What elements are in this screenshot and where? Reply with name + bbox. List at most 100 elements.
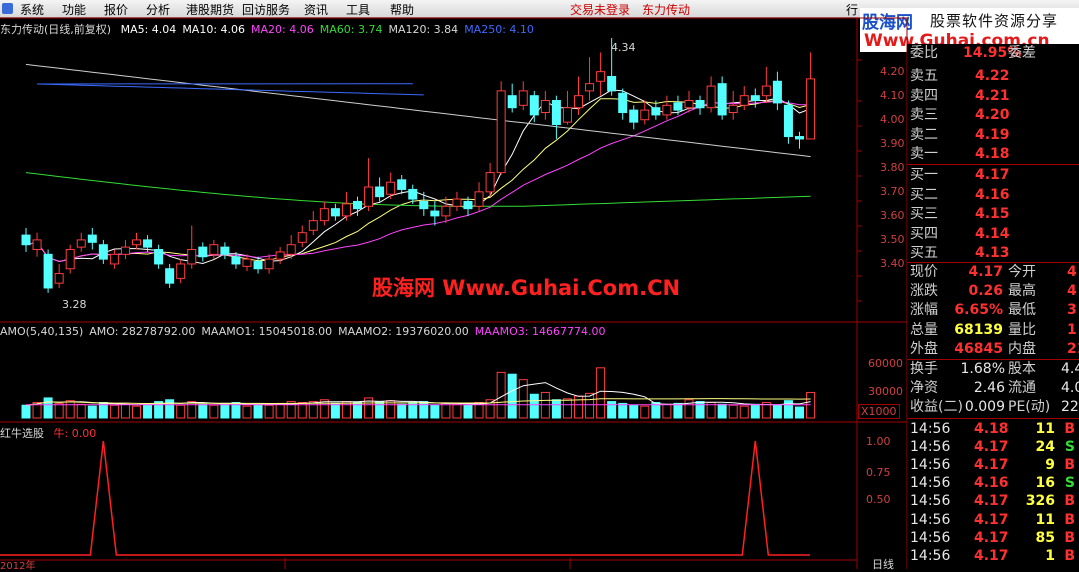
candle-body	[772, 80, 782, 104]
candle-body	[187, 249, 197, 265]
volume-bar	[739, 405, 749, 419]
candle-body	[386, 181, 396, 195]
candle-body	[574, 95, 583, 109]
sell-row: 卖五 4.22	[907, 67, 1079, 86]
candle-body	[783, 104, 793, 138]
buy-row: 买三 4.15	[907, 205, 1079, 224]
candle-body	[132, 239, 141, 246]
tick-volume: 16	[1035, 475, 1055, 492]
tick-row: 14:56 4.17 85 B	[907, 529, 1079, 548]
stat2-value: 4.0	[1061, 380, 1079, 397]
volume-bar	[176, 404, 186, 419]
stat-value: 3	[1067, 302, 1077, 319]
volume-bar	[132, 405, 141, 419]
buy-price: 4.17	[975, 167, 1010, 183]
price-axis-label: 3.80	[880, 160, 905, 174]
candle-body	[452, 198, 462, 207]
volume-bar	[772, 404, 782, 419]
volume-bar	[198, 403, 208, 419]
volume-bar	[640, 405, 650, 419]
candle-body	[695, 99, 705, 109]
volume-bar	[441, 402, 451, 419]
tick-time: 14:56	[910, 421, 951, 437]
candle-body	[761, 85, 771, 97]
volume-bar	[728, 404, 738, 419]
candle-body	[618, 92, 628, 114]
candle-body	[143, 239, 153, 248]
volume-bar	[187, 401, 197, 419]
candle-body	[98, 244, 108, 260]
sell-price: 4.18	[975, 146, 1010, 163]
sell-row: 卖三 4.20	[907, 106, 1079, 125]
tick-row: 14:56 4.17 24 S	[907, 438, 1079, 457]
candle-body	[441, 205, 451, 217]
candle-body	[540, 99, 550, 114]
price-axis-label: 4.20	[880, 64, 905, 78]
sell-label: 卖三	[910, 107, 938, 124]
tick-price: 4.17	[974, 529, 1009, 546]
sell-row: 卖一 4.18	[907, 145, 1079, 164]
tick-time: 14:56	[910, 511, 951, 528]
stat-label: 量比	[1008, 321, 1036, 338]
tick-row: 14:56 4.17 1 B	[907, 547, 1079, 566]
buy-price: 4.16	[975, 186, 1010, 203]
candle-body	[264, 258, 274, 270]
price-axis-label: 3.40	[880, 256, 905, 270]
tick-time: 14:56	[910, 529, 951, 546]
volume-bar	[65, 400, 75, 419]
stat2-label: 净资	[910, 380, 938, 397]
tick-time: 14:56	[910, 457, 951, 474]
ma20-line	[25, 100, 811, 263]
amo-legend-item: AMO(5,40,135)	[0, 325, 84, 338]
period-label[interactable]: 日线	[872, 556, 894, 572]
indicator-value: 牛: 0.00	[53, 427, 97, 440]
indicator-axis-05: 0.50	[866, 493, 891, 506]
price-axis-label: 3.70	[880, 184, 905, 198]
ma5-line	[25, 89, 811, 265]
candle-body	[43, 253, 53, 289]
tick-volume: 11	[1035, 421, 1055, 437]
candle-body	[176, 263, 186, 279]
panel-divider	[907, 418, 1079, 419]
stat-label: 涨幅	[910, 302, 938, 319]
stat-label: 最高	[1008, 283, 1036, 300]
tick-price: 4.17	[974, 439, 1009, 456]
candle-body	[220, 246, 230, 255]
candle-body	[330, 208, 340, 217]
stat2-row: 收益(二) 0.009 PE(动) 22	[907, 398, 1079, 417]
candle-body	[739, 95, 749, 106]
volume-bar	[242, 405, 252, 419]
buy-label: 买三	[910, 206, 938, 223]
buy-label: 买五	[910, 245, 938, 262]
candle-body	[275, 251, 285, 260]
sell-price: 4.22	[975, 68, 1010, 84]
stat2-value: 0.009	[964, 399, 1005, 416]
tick-price: 4.18	[974, 421, 1009, 437]
candle-body	[706, 85, 716, 109]
volume-bar	[76, 403, 86, 419]
stat2-label: 换手	[910, 361, 938, 377]
volume-bar	[419, 401, 429, 419]
candle-body	[795, 136, 804, 140]
candle-body	[242, 258, 252, 267]
stat2-label: 股本	[1008, 361, 1036, 377]
volume-bar	[109, 404, 119, 419]
ma120-line	[25, 63, 811, 158]
candle-body	[474, 191, 484, 207]
volume-bar	[87, 405, 97, 419]
volume-unit: X1000	[858, 404, 900, 419]
stat-row: 总量 68139 量比 1	[907, 321, 1079, 340]
stat-label: 现价	[910, 264, 938, 280]
candle-body	[507, 95, 517, 109]
stat2-value: 22	[1061, 399, 1079, 416]
volume-bar	[717, 403, 727, 419]
indicator-legend: 红牛选股 牛: 0.00	[0, 425, 96, 441]
candle-body	[408, 188, 418, 200]
stat-value: 21	[1067, 340, 1079, 357]
stat-label: 内盘	[1008, 340, 1036, 357]
candle-body	[54, 273, 64, 284]
tick-volume: 1	[1045, 547, 1055, 564]
price-low-annotation: 3.28	[62, 298, 87, 311]
buy-row: 买二 4.16	[907, 186, 1079, 205]
stat2-value: 1.68%	[960, 361, 1005, 377]
